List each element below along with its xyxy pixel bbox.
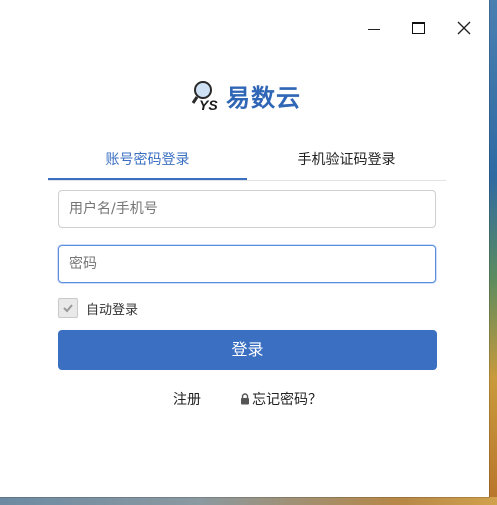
password-input[interactable] — [59, 246, 435, 282]
auto-login-checkbox[interactable] — [58, 298, 78, 318]
brand-name: 易数云 — [226, 84, 301, 112]
brand-logo-icon: YS — [191, 80, 218, 113]
brand-logo: YS 易数云 — [190, 78, 301, 113]
auto-login-label: 自动登录 — [86, 302, 139, 318]
register-link[interactable]: 注册 — [173, 389, 201, 409]
tab-sms-code[interactable]: 手机验证码登录 — [247, 144, 446, 178]
close-button[interactable] — [450, 14, 478, 42]
checkmark-icon — [63, 304, 73, 313]
maximize-icon — [411, 22, 425, 34]
desktop-background-bottom — [0, 497, 497, 505]
maximize-button[interactable] — [404, 14, 432, 42]
minimize-icon — [368, 28, 380, 30]
username-field — [58, 190, 436, 228]
desktop-background-right — [489, 0, 497, 505]
minimize-button[interactable] — [360, 14, 388, 42]
close-icon — [457, 21, 471, 35]
login-window: YS 易数云 账号密码登录 手机验证码登录 自动登录 登录 注册 忘记密码？ — [0, 0, 489, 497]
auto-login-option[interactable]: 自动登录 — [58, 298, 138, 318]
svg-text:YS: YS — [199, 97, 218, 113]
forgot-password-link[interactable]: 忘记密码？ — [240, 389, 322, 409]
password-field — [58, 245, 436, 283]
lock-icon — [241, 393, 249, 405]
forgot-password-label: 忘记密码？ — [252, 392, 322, 408]
login-button[interactable]: 登录 — [58, 330, 437, 370]
username-input[interactable] — [59, 191, 435, 227]
tab-account-password[interactable]: 账号密码登录 — [48, 144, 247, 180]
watermark-text: https://blog.csdn.net/zhp98012 — [262, 477, 482, 493]
login-tabs: 账号密码登录 手机验证码登录 — [48, 144, 446, 181]
